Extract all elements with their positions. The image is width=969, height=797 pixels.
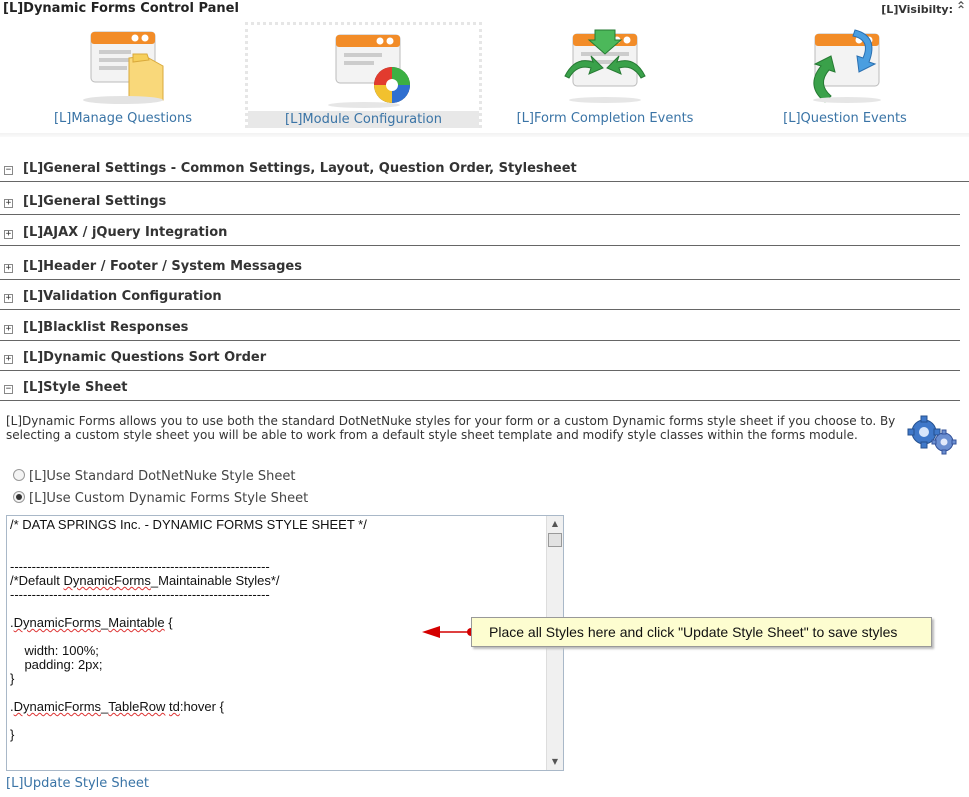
question-events-label: [L]Question Events	[783, 111, 907, 126]
section-title: [L]General Settings	[23, 194, 167, 209]
custom-stylesheet-option[interactable]: [L]Use Custom Dynamic Forms Style Sheet	[13, 491, 308, 506]
panel-separator	[0, 133, 969, 137]
manage-questions-icon	[83, 31, 164, 104]
expand-icon[interactable]: +	[4, 325, 13, 334]
update-style-sheet-link[interactable]: [L]Update Style Sheet	[6, 776, 149, 791]
section-blacklist[interactable]: + [L]Blacklist Responses	[0, 318, 960, 341]
form-completion-events-icon	[564, 29, 646, 103]
expand-icon[interactable]: +	[4, 199, 13, 208]
section-title: [L]Style Sheet	[23, 380, 128, 395]
manage-questions-label: [L]Manage Questions	[53, 111, 193, 126]
standard-stylesheet-radio[interactable]	[13, 469, 25, 481]
divider	[0, 400, 960, 401]
divider	[0, 279, 960, 280]
scroll-up-arrow-icon[interactable]: ▲	[547, 516, 563, 532]
code-line: ----------------------------------------…	[10, 587, 270, 602]
code-line: padding: 2px;	[10, 657, 103, 672]
expand-icon[interactable]: +	[4, 264, 13, 273]
divider	[0, 370, 960, 371]
question-events-icon	[813, 29, 881, 103]
code-line: /*Default DynamicForms_Maintainable Styl…	[10, 573, 280, 588]
callout-arrow-icon	[422, 626, 475, 638]
module-configuration-button[interactable]: [L]Module Configuration	[245, 22, 482, 128]
scroll-thumb[interactable]	[548, 533, 562, 547]
section-sort-order[interactable]: + [L]Dynamic Questions Sort Order	[0, 348, 960, 371]
form-completion-events-button[interactable]: [L]Form Completion Events	[515, 22, 695, 128]
expand-icon[interactable]: +	[4, 355, 13, 364]
divider	[0, 340, 960, 341]
annotation-callout: Place all Styles here and click "Update …	[471, 617, 932, 647]
section-title: [L]Dynamic Questions Sort Order	[23, 350, 267, 365]
section-header-footer[interactable]: + [L]Header / Footer / System Messages	[0, 257, 960, 280]
form-completion-events-label: [L]Form Completion Events	[516, 111, 694, 126]
code-line: .DynamicForms_TableRow td:hover {	[10, 699, 224, 714]
divider	[0, 245, 960, 246]
section-title: [L]General Settings - Common Settings, L…	[23, 161, 577, 176]
question-events-button[interactable]: [L]Question Events	[770, 22, 920, 128]
double-chevron-up-icon[interactable]: ⌃ ⌃	[956, 0, 966, 24]
collapse-icon[interactable]: −	[4, 385, 13, 394]
section-title: [L]Validation Configuration	[23, 289, 222, 304]
scroll-down-arrow-icon[interactable]: ▼	[547, 754, 563, 770]
code-line: /* DATA SPRINGS Inc. - DYNAMIC FORMS STY…	[10, 517, 367, 532]
standard-stylesheet-option[interactable]: [L]Use Standard DotNetNuke Style Sheet	[13, 469, 296, 484]
section-validation[interactable]: + [L]Validation Configuration	[0, 287, 960, 310]
collapse-icon[interactable]: −	[4, 166, 13, 175]
section-style-sheet[interactable]: − [L]Style Sheet	[0, 378, 960, 401]
section-title: [L]Header / Footer / System Messages	[23, 259, 302, 274]
code-line: width: 100%;	[10, 643, 99, 658]
code-line: }	[10, 671, 15, 686]
manage-questions-button[interactable]: [L]Manage Questions	[48, 22, 198, 128]
style-sheet-description: [L]Dynamic Forms allows you to use both …	[6, 414, 896, 442]
code-line: }	[10, 727, 15, 742]
standard-stylesheet-label: [L]Use Standard DotNetNuke Style Sheet	[29, 469, 296, 484]
code-line: ----------------------------------------…	[10, 559, 270, 574]
module-configuration-icon	[327, 34, 410, 108]
section-title: [L]Blacklist Responses	[23, 320, 189, 335]
module-configuration-label: [L]Module Configuration	[248, 111, 479, 128]
gears-icon	[907, 415, 957, 455]
section-general-settings[interactable]: + [L]General Settings	[0, 192, 960, 215]
divider	[0, 181, 969, 182]
divider	[0, 309, 960, 310]
divider	[0, 214, 960, 215]
section-ajax-jquery[interactable]: + [L]AJAX / jQuery Integration	[0, 223, 960, 246]
section-title: [L]AJAX / jQuery Integration	[23, 225, 228, 240]
section-general-settings-main[interactable]: − [L]General Settings - Common Settings,…	[0, 159, 969, 182]
custom-stylesheet-radio[interactable]	[13, 491, 25, 503]
expand-icon[interactable]: +	[4, 230, 13, 239]
panel-title: [L]Dynamic Forms Control Panel	[3, 1, 239, 16]
code-line: .DynamicForms_Maintable {	[10, 615, 173, 630]
visibility-label: [L]Visibilty:	[881, 3, 953, 16]
expand-icon[interactable]: +	[4, 294, 13, 303]
custom-stylesheet-label: [L]Use Custom Dynamic Forms Style Sheet	[29, 491, 309, 506]
